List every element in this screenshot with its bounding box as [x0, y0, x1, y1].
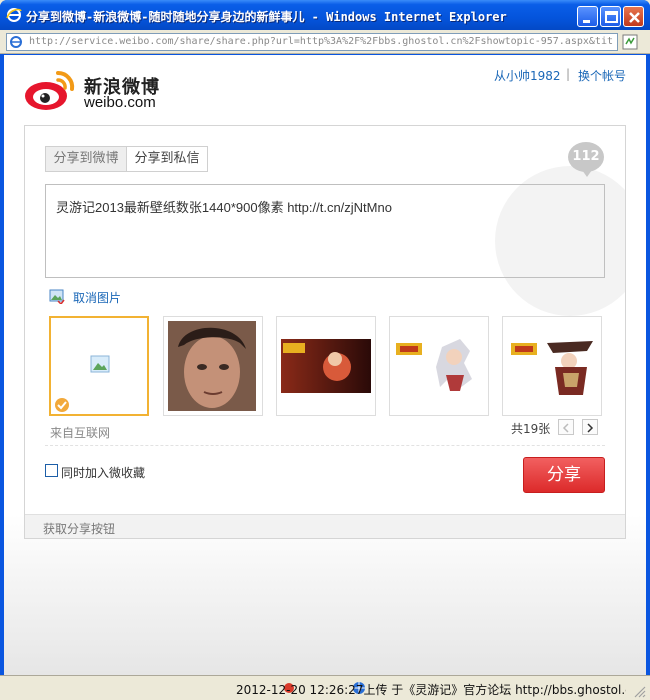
tab-share-weibo[interactable]: 分享到微博 [45, 146, 127, 172]
share-button[interactable]: 分享 [523, 457, 605, 493]
sync-favorite-checkbox[interactable] [45, 464, 58, 477]
selected-check-icon [55, 398, 69, 412]
chevron-right-icon [587, 423, 594, 433]
portrait-image [164, 317, 262, 415]
wallpaper-image-2 [390, 317, 488, 415]
close-icon [629, 12, 640, 23]
image-icon [49, 289, 65, 304]
header-separator: | [566, 67, 571, 81]
maximize-button[interactable] [600, 6, 621, 27]
page-background [4, 515, 646, 675]
status-bar: 2012-12-20 12:26:27上传 于《灵游记》官方论坛 http://… [0, 675, 650, 700]
ie-page-icon [10, 36, 22, 48]
divider [45, 445, 605, 446]
status-text: 2012-12-20 12:26:27上传 于《灵游记》官方论坛 http://… [236, 683, 626, 697]
image-thumb-1[interactable] [49, 316, 149, 416]
maximize-icon [605, 11, 618, 23]
user-link[interactable]: 从小帅1982 [494, 67, 561, 84]
resize-grip-icon[interactable] [632, 684, 646, 698]
wallpaper-image-1 [277, 317, 375, 415]
get-share-button-link[interactable]: 获取分享按钮 [43, 520, 115, 537]
image-thumb-3[interactable] [276, 316, 376, 416]
cancel-image-label: 取消图片 [73, 291, 122, 305]
tab-share-private-message[interactable]: 分享到私信 [126, 146, 208, 172]
title-bar[interactable]: 分享到微博-新浪微博-随时随地分享身边的新鲜事儿 - Windows Inter… [0, 0, 650, 30]
page-content: 新浪微博 weibo.com 从小帅1982 | 换个帐号 分享到微博 分享到私… [4, 55, 646, 675]
share-panel: 分享到微博 分享到私信 112 灵游记2013最新壁纸数张1440*900像素 … [24, 125, 626, 539]
image-count-label: 共19张 [511, 422, 551, 436]
wallpaper-image-3 [503, 317, 601, 415]
internet-explorer-icon [6, 8, 22, 22]
weibo-eye-icon [25, 70, 75, 110]
minimize-icon [583, 20, 590, 23]
logo-domain: weibo.com [84, 94, 156, 111]
address-bar: http://service.weibo.com/share/share.php… [0, 30, 650, 54]
share-text-input[interactable]: 灵游记2013最新壁纸数张1440*900像素 http://t.cn/zjNt… [45, 184, 605, 278]
image-thumb-2[interactable] [163, 316, 263, 416]
switch-account-link[interactable]: 换个帐号 [578, 67, 626, 84]
minimize-button[interactable] [577, 6, 598, 27]
chevron-left-icon [562, 423, 569, 433]
prev-page-button[interactable] [558, 419, 574, 435]
close-button[interactable] [623, 6, 644, 27]
image-thumb-4[interactable] [389, 316, 489, 416]
compatibility-icon[interactable] [622, 34, 638, 50]
ie-window: 分享到微博-新浪微博-随时随地分享身边的新鲜事儿 - Windows Inter… [0, 0, 650, 700]
image-source-label: 来自互联网 [50, 426, 111, 440]
image-thumb-5[interactable] [502, 316, 602, 416]
char-counter-badge: 112 [568, 142, 604, 172]
sync-favorite-label: 同时加入微收藏 [61, 466, 146, 480]
window-title: 分享到微博-新浪微博-随时随地分享身边的新鲜事儿 - Windows Inter… [26, 10, 507, 24]
weibo-logo[interactable]: 新浪微博 weibo.com [24, 69, 174, 111]
address-field[interactable]: http://service.weibo.com/share/share.php… [6, 33, 618, 51]
next-page-button[interactable] [582, 419, 598, 435]
get-share-button-bar: 获取分享按钮 [25, 514, 625, 538]
counter-tail [582, 170, 592, 177]
address-url: http://service.weibo.com/share/share.php… [29, 36, 613, 47]
